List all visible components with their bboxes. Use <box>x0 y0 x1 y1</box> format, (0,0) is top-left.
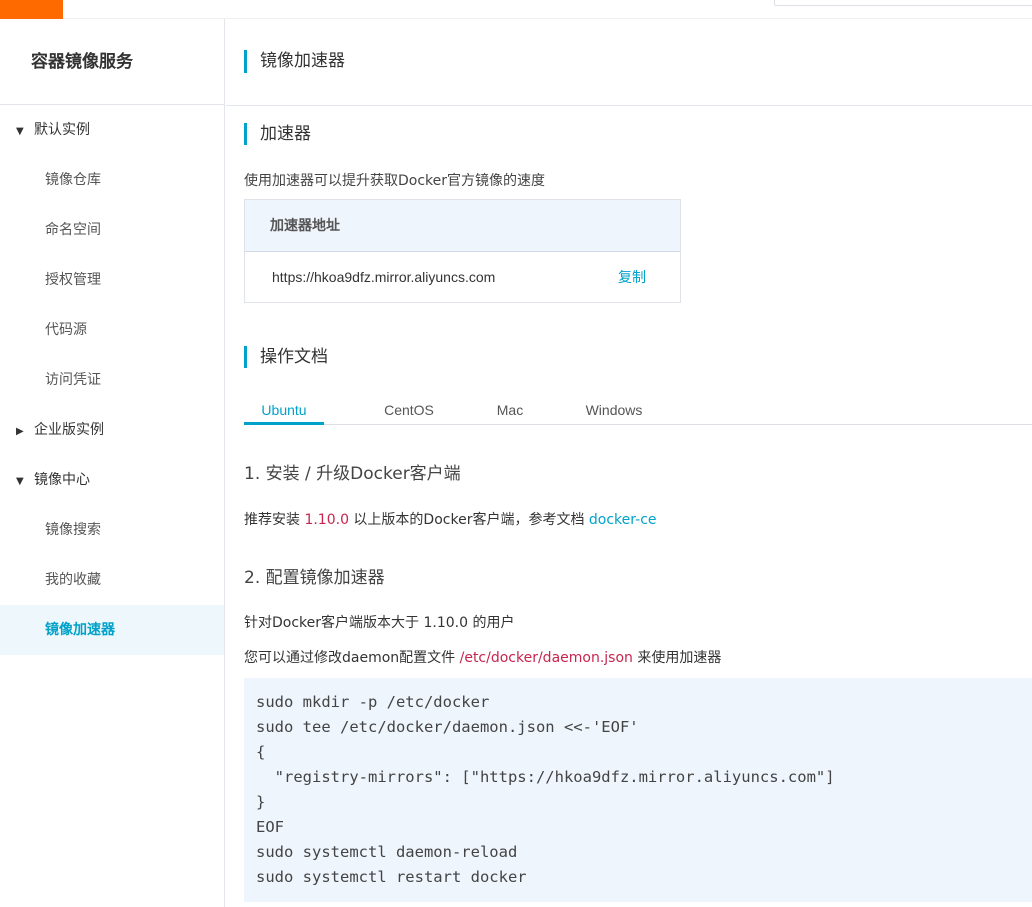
sidebar-item-repositories[interactable]: 镜像仓库 <box>0 155 224 205</box>
sidebar-title: 容器镜像服务 <box>0 19 224 105</box>
sidebar-item-code-source[interactable]: 代码源 <box>0 305 224 355</box>
accelerator-description: 使用加速器可以提升获取Docker官方镜像的速度 <box>244 173 546 189</box>
code-block[interactable]: sudo mkdir -p /etc/docker sudo tee /etc/… <box>244 678 1032 902</box>
sidebar-item-authorization[interactable]: 授权管理 <box>0 255 224 305</box>
step1-text: 推荐安装 1.10.0 以上版本的Docker客户端，参考文档 docker-c… <box>244 509 657 529</box>
copy-button[interactable]: 复制 <box>618 252 646 302</box>
os-tabs: Ubuntu CentOS Mac Windows <box>244 391 1032 425</box>
step2-text-after: 来使用加速器 <box>632 650 722 666</box>
step1-text-after: 以上版本的Docker客户端，参考文档 <box>348 512 589 528</box>
sidebar-item-accelerator[interactable]: 镜像加速器 <box>0 605 224 655</box>
tab-windows[interactable]: Windows <box>574 391 654 425</box>
accelerator-address-table: 加速器地址 https://hkoa9dfz.mirror.aliyuncs.c… <box>244 199 681 303</box>
caret-right-icon: ▶ <box>16 426 24 437</box>
step2-text-version: 针对Docker客户端版本大于 1.10.0 的用户 <box>244 615 515 631</box>
caret-down-icon: ▼ <box>16 126 24 137</box>
daemon-json-path: /etc/docker/daemon.json <box>459 650 633 666</box>
accelerator-address: https://hkoa9dfz.mirror.aliyuncs.com <box>272 269 496 285</box>
top-bar <box>0 0 1032 19</box>
step2-text-config: 您可以通过修改daemon配置文件 /etc/docker/daemon.jso… <box>244 647 721 667</box>
table-header: 加速器地址 <box>245 200 680 252</box>
table-row: https://hkoa9dfz.mirror.aliyuncs.com 复制 <box>245 252 680 302</box>
menu-group-label: 镜像中心 <box>34 472 90 488</box>
page-header: 镜像加速器 <box>226 19 1032 106</box>
step2-title: 2. 配置镜像加速器 <box>244 568 385 588</box>
menu-group-label: 默认实例 <box>34 122 90 138</box>
tab-centos[interactable]: CentOS <box>369 391 449 425</box>
section-title-accelerator: 加速器 <box>244 123 311 145</box>
menu-group-default-instance[interactable]: ▼ 默认实例 <box>0 105 224 155</box>
top-search-box[interactable] <box>774 0 1032 6</box>
page-title: 镜像加速器 <box>244 50 345 73</box>
sidebar-item-favorites[interactable]: 我的收藏 <box>0 555 224 605</box>
tab-ubuntu[interactable]: Ubuntu <box>244 391 324 425</box>
menu-group-image-center[interactable]: ▼ 镜像中心 <box>0 455 224 505</box>
caret-down-icon: ▼ <box>16 476 24 487</box>
tab-mac[interactable]: Mac <box>470 391 550 425</box>
section-title-docs: 操作文档 <box>244 346 328 368</box>
recommended-version: 1.10.0 <box>304 512 349 528</box>
sidebar-item-credentials[interactable]: 访问凭证 <box>0 355 224 405</box>
docker-ce-link[interactable]: docker-ce <box>589 512 657 528</box>
step1-title: 1. 安装 / 升级Docker客户端 <box>244 464 461 484</box>
sidebar-menu: ▼ 默认实例 镜像仓库 命名空间 授权管理 代码源 访问凭证 ▶ 企业版实例 ▼ 镜像… <box>0 105 224 655</box>
menu-group-label: 企业版实例 <box>34 422 104 438</box>
menu-group-enterprise-instance[interactable]: ▶ 企业版实例 <box>0 405 224 455</box>
step1-text-before: 推荐安装 <box>244 512 305 528</box>
sidebar-item-namespaces[interactable]: 命名空间 <box>0 205 224 255</box>
sidebar: 容器镜像服务 ▼ 默认实例 镜像仓库 命名空间 授权管理 代码源 访问凭证 ▶ 企业… <box>0 19 225 907</box>
step2-text-before: 您可以通过修改daemon配置文件 <box>244 650 460 666</box>
brand-logo[interactable] <box>0 0 63 19</box>
sidebar-item-image-search[interactable]: 镜像搜索 <box>0 505 224 555</box>
main-content: 镜像加速器 加速器 使用加速器可以提升获取Docker官方镜像的速度 加速器地址… <box>226 19 1032 907</box>
